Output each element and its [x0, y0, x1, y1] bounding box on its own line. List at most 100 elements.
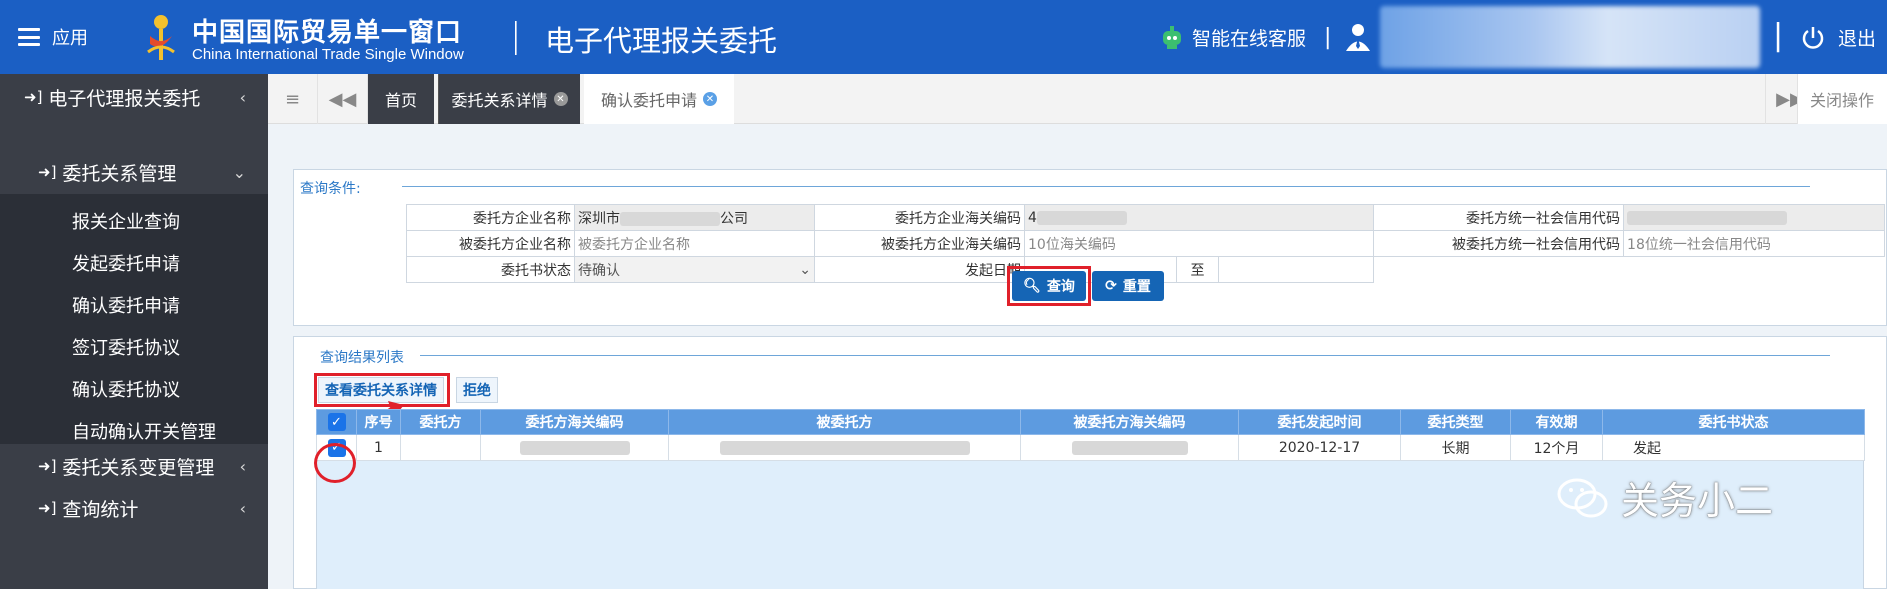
select-all-checkbox[interactable]: ✓: [327, 413, 346, 431]
header-pipe: |: [1324, 25, 1332, 50]
table-row[interactable]: ✓ 1 2020-12-17 长期 12个月 发起: [316, 434, 1865, 461]
wechat-watermark: 关务小二: [1555, 470, 1773, 525]
row-index: 1: [356, 434, 401, 461]
client-credit-field[interactable]: [1623, 204, 1886, 231]
sidebar-item-change-mgmt[interactable]: ➜] 委托关系变更管理 ‹: [0, 446, 268, 486]
blurred-text: [620, 211, 720, 226]
scroll-left-icon[interactable]: ◀◀: [318, 74, 368, 124]
agent-name-field[interactable]: 被委托方企业名称: [574, 230, 815, 257]
agent-name-label: 被委托方企业名称: [406, 230, 575, 257]
tab-label: 委托关系详情: [451, 91, 548, 110]
power-icon: [1802, 26, 1824, 49]
date-label: 发起日期: [814, 256, 1025, 283]
row-agent: [668, 434, 1021, 461]
chevron-left-icon: ‹: [239, 456, 246, 476]
logo-title-en: China International Trade Single Window: [192, 46, 464, 63]
blurred-text: [719, 440, 970, 455]
user-icon: [1346, 24, 1370, 51]
top-header: 应用 中国国际贸易单一窗口 China International Trade …: [0, 0, 1887, 74]
wechat-icon: [1557, 478, 1608, 517]
agent-code-field[interactable]: 10位海关编码: [1023, 230, 1375, 257]
header-separator: |: [510, 16, 522, 56]
chevron-down-icon: ⌄: [232, 162, 246, 182]
client-name-field[interactable]: 深圳市 公司: [574, 204, 815, 231]
blurred-text: [519, 440, 630, 455]
sidebar-item-label: 委托关系变更管理: [62, 456, 215, 479]
system-title: 电子代理报关委托: [545, 24, 778, 58]
app-menu-button[interactable]: 应用: [18, 24, 88, 50]
sidebar-item-relation-mgmt[interactable]: ➜] 委托关系管理 ⌄: [0, 152, 268, 192]
tab-relation-detail[interactable]: 委托关系详情 ✕: [438, 74, 580, 124]
sidebar-item-e-agent[interactable]: ➜] 电子代理报关委托 ‹: [0, 74, 268, 120]
result-panel: 查询结果列表 查看委托关系详情 拒绝 ✓ 序号 委托方 委托方海关编码 被委托方…: [293, 336, 1887, 589]
sign-in-icon: ➜]: [24, 88, 43, 106]
logout-button[interactable]: 退出: [1800, 24, 1876, 51]
watermark-text: 关务小二: [1621, 479, 1774, 523]
sidebar-item-label: 电子代理报关委托: [48, 87, 201, 110]
tab-confirm-request[interactable]: 确认委托申请 ✕: [584, 74, 734, 124]
legend-divider: [402, 186, 1810, 187]
close-operations-dropdown[interactable]: 关闭操作: [1797, 74, 1887, 124]
client-code-prefix: 4: [1028, 209, 1037, 226]
close-icon[interactable]: ✕: [703, 92, 717, 106]
row-validity: 12个月: [1510, 434, 1603, 461]
col-header: 委托发起时间: [1238, 409, 1401, 435]
sign-in-icon: ➜]: [38, 457, 57, 475]
blurred-text: [1627, 210, 1788, 225]
hamburger-icon: [18, 28, 40, 46]
tab-label: 首页: [384, 91, 417, 110]
client-name-label: 委托方企业名称: [406, 204, 575, 231]
status-select[interactable]: 待确认 ⌄: [574, 256, 815, 283]
sidebar-item-auto-confirm[interactable]: 自动确认开关管理: [72, 418, 216, 444]
chevron-down-icon: ⌄: [799, 261, 811, 278]
tab-home[interactable]: 首页: [368, 74, 434, 124]
sidebar-item-label: 委托关系管理: [62, 162, 177, 185]
sidebar: ➜] 电子代理报关委托 ‹ ➜] 委托关系管理 ⌄ 报关企业查询 发起委托申请 …: [0, 74, 268, 589]
status-value: 待确认: [578, 262, 620, 279]
row-agent-code: [1020, 434, 1239, 461]
col-header: 委托方海关编码: [480, 409, 669, 435]
reset-button[interactable]: ⟳ 重置: [1092, 271, 1164, 301]
col-header: 委托书状态: [1602, 409, 1865, 435]
robot-icon: [1163, 25, 1181, 49]
sidebar-item-stats[interactable]: ➜] 查询统计 ‹: [0, 488, 268, 528]
reject-button[interactable]: 拒绝: [456, 377, 498, 403]
refresh-icon: ⟳: [1105, 278, 1117, 294]
col-header: 有效期: [1510, 409, 1603, 435]
sidebar-item-confirm-request[interactable]: 确认委托申请: [72, 292, 180, 318]
col-header: 被委托方: [668, 409, 1021, 435]
row-status: 发起: [1602, 434, 1865, 461]
chevron-left-icon: ‹: [239, 498, 246, 518]
sidebar-item-broker-query[interactable]: 报关企业查询: [72, 208, 180, 234]
customer-service-link[interactable]: 智能在线客服 |: [1160, 24, 1331, 51]
sidebar-item-initiate-request[interactable]: 发起委托申请: [72, 250, 180, 276]
collapse-menu-icon[interactable]: ≡: [268, 74, 318, 124]
query-legend: 查询条件:: [300, 181, 361, 197]
client-code-label: 委托方企业海关编码: [814, 204, 1025, 231]
sign-in-icon: ➜]: [38, 499, 57, 517]
select-all-cell[interactable]: ✓: [316, 409, 357, 435]
col-header: 被委托方海关编码: [1020, 409, 1239, 435]
query-panel: 查询条件: 委托方企业名称 深圳市 公司 委托方企业海关编码 4 委托方统一社会信…: [293, 169, 1887, 326]
blurred-text: [1036, 210, 1127, 225]
sidebar-item-sign-agreement[interactable]: 签订委托协议: [72, 334, 180, 360]
close-icon[interactable]: ✕: [553, 92, 568, 106]
sign-in-icon: ➜]: [38, 163, 57, 181]
status-label: 委托书状态: [406, 256, 575, 283]
search-button-label: 查询: [1046, 279, 1075, 295]
search-icon: 🔍︎: [1023, 278, 1041, 294]
row-client-code: [480, 434, 669, 461]
search-button[interactable]: 🔍︎ 查询: [1012, 271, 1086, 301]
client-name-prefix: 深圳市: [578, 210, 620, 227]
sidebar-submenu: 报关企业查询 发起委托申请 确认委托申请 签订委托协议 确认委托协议 自动确认开…: [0, 194, 268, 444]
client-code-field[interactable]: 4: [1023, 204, 1375, 231]
chevron-left-icon: ‹: [239, 87, 246, 107]
user-info-blurred: [1380, 6, 1760, 68]
header-pipe-2: |: [1773, 18, 1784, 53]
date-end-field[interactable]: [1217, 256, 1375, 283]
sidebar-item-confirm-agreement[interactable]: 确认委托协议: [72, 376, 180, 402]
agent-credit-field[interactable]: 18位统一社会信用代码: [1623, 230, 1886, 257]
date-to-label: 至: [1176, 256, 1219, 283]
legend-divider: [420, 355, 1830, 356]
customer-service-label: 智能在线客服: [1192, 28, 1307, 50]
